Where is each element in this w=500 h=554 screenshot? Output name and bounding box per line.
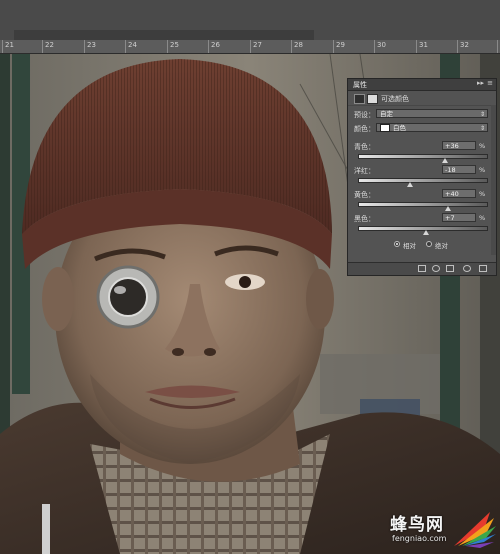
colors-dropdown[interactable]: 白色 ⇕: [376, 123, 488, 132]
yellow-slider-thumb[interactable]: [444, 206, 451, 211]
clip-to-layer-icon[interactable]: [418, 265, 426, 272]
magenta-value-input[interactable]: -18: [442, 165, 476, 174]
cyan-value-input[interactable]: +36: [442, 141, 476, 150]
magenta-label: 洋红：: [354, 167, 375, 175]
panel-header[interactable]: 属性 ▸▸ ≡: [348, 79, 496, 91]
ruler-tick-label: 21: [5, 41, 14, 49]
application-bar: [0, 0, 500, 41]
absolute-radio[interactable]: [426, 241, 432, 247]
hummingbird-logo-icon: [454, 512, 496, 548]
ruler-tick-label: 26: [211, 41, 220, 49]
document-tab-strip[interactable]: [14, 30, 314, 40]
cyan-slider-thumb[interactable]: [442, 158, 449, 163]
ruler-tick-label: 32: [460, 41, 469, 49]
ruler-tick-label: 31: [419, 41, 428, 49]
yellow-value-input[interactable]: +40: [442, 189, 476, 198]
magenta-slider-thumb[interactable]: [407, 182, 414, 187]
colors-value: 白色: [393, 124, 406, 132]
magenta-slider-track[interactable]: [358, 178, 488, 183]
ruler-tick-label: 23: [87, 41, 96, 49]
watermark-url: fengniao.com: [392, 534, 447, 543]
yellow-label: 黄色：: [354, 191, 375, 199]
preset-dropdown[interactable]: 自定 ⇕: [376, 109, 488, 118]
collapse-panel-icon[interactable]: ▸▸: [477, 79, 484, 87]
black-label: 黑色：: [354, 215, 375, 223]
magenta-unit: %: [479, 166, 486, 174]
black-value-input[interactable]: +7: [442, 213, 476, 222]
ruler-tick-label: 22: [45, 41, 54, 49]
visibility-eye-icon[interactable]: [463, 265, 471, 272]
adjustment-layer-icon: [354, 94, 365, 104]
ruler-tick-label: 27: [253, 41, 262, 49]
layer-mask-icon[interactable]: [367, 94, 378, 104]
cyan-unit: %: [479, 142, 486, 150]
properties-panel[interactable]: 属性 ▸▸ ≡ 可选颜色 预设： 自定 ⇕ 颜色： 白色 ⇕ 青色： +36 %…: [347, 78, 497, 276]
yellow-unit: %: [479, 190, 486, 198]
ruler-tick-label: 28: [294, 41, 303, 49]
chevron-down-icon: ⇕: [479, 111, 485, 118]
color-swatch: [380, 124, 390, 132]
trash-icon[interactable]: [479, 265, 487, 272]
ruler-tick-label: 29: [336, 41, 345, 49]
view-previous-icon[interactable]: [432, 265, 440, 272]
panel-footer: [348, 262, 496, 275]
adjustment-header: 可选颜色: [348, 91, 496, 106]
chevron-down-icon: ⇕: [479, 125, 485, 132]
ruler-tick-label: 25: [170, 41, 179, 49]
panel-scrollbar[interactable]: [491, 105, 496, 255]
panel-title: 属性: [353, 81, 367, 89]
adjustment-title: 可选颜色: [381, 95, 409, 103]
black-unit: %: [479, 214, 486, 222]
yellow-slider-track[interactable]: [358, 202, 488, 207]
watermark-brand: 蜂鸟网: [390, 515, 444, 535]
relative-label: 相对: [403, 242, 416, 250]
absolute-label: 绝对: [435, 242, 448, 250]
reset-icon[interactable]: [446, 265, 454, 272]
preset-label: 预设：: [354, 111, 375, 119]
colors-label: 颜色：: [354, 125, 375, 133]
panel-menu-icon[interactable]: ≡: [487, 79, 493, 87]
preset-value: 自定: [380, 110, 393, 118]
ruler-tick-label: 30: [377, 41, 386, 49]
cyan-label: 青色：: [354, 143, 375, 151]
horizontal-ruler[interactable]: 21 22 23 24 25 26 27 28 29 30 31 32 33: [0, 40, 500, 54]
watermark: 蜂鸟网 fengniao.com: [390, 506, 498, 552]
black-slider-thumb[interactable]: [423, 230, 430, 235]
relative-radio[interactable]: [394, 241, 400, 247]
ruler-tick-label: 24: [128, 41, 137, 49]
cyan-slider-track[interactable]: [358, 154, 488, 159]
